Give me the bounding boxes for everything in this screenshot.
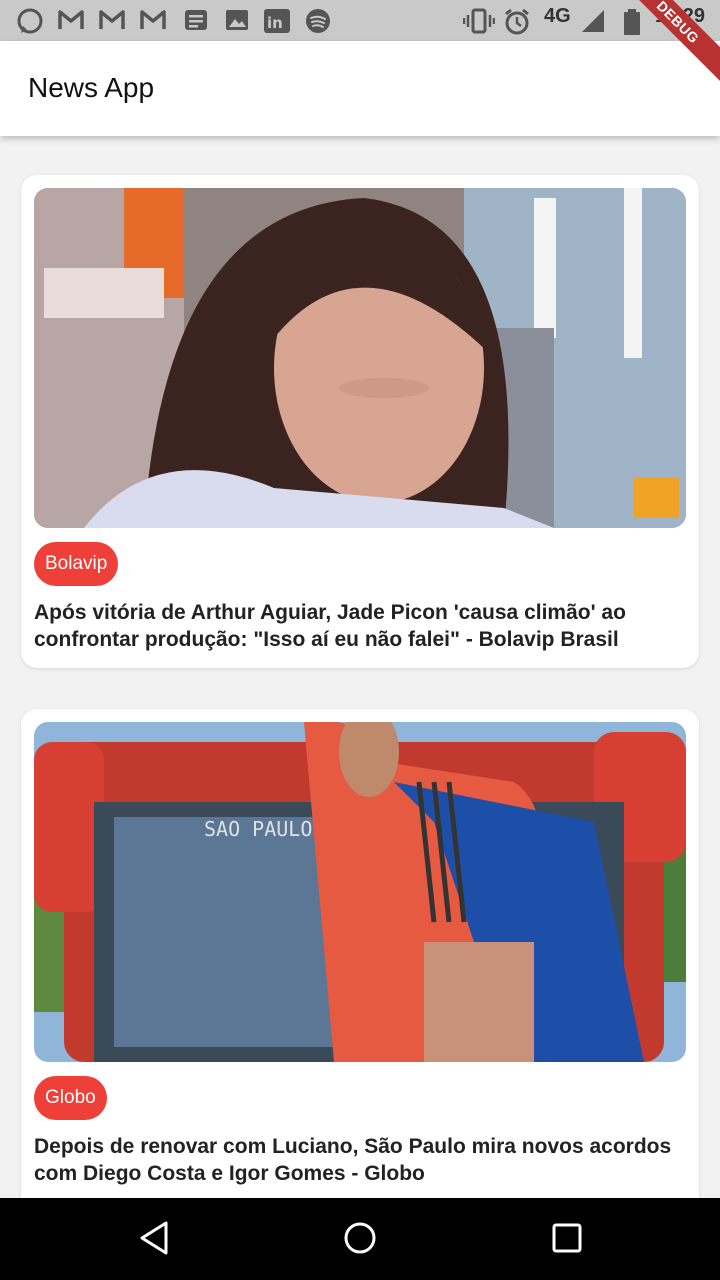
- app-bar: News App: [0, 41, 720, 136]
- app-title: News App: [28, 72, 155, 103]
- vibrate-icon: [462, 8, 496, 39]
- source-badge[interactable]: Bolavip: [34, 542, 119, 586]
- article-image: SAO PAULO: [34, 722, 686, 1062]
- bus-destination-sign: SAO PAULO: [204, 817, 312, 841]
- news-card[interactable]: SAO PAULO Globo Depois de renovar com Lu…: [21, 709, 699, 1229]
- alarm-icon: [503, 8, 531, 41]
- recents-icon[interactable]: [550, 1219, 584, 1262]
- news-card[interactable]: Bolavip Após vitória de Arthur Aguiar, J…: [21, 175, 699, 668]
- news-icon: [183, 8, 209, 37]
- linkedin-icon: in: [263, 8, 291, 39]
- signal-icon: [580, 8, 606, 39]
- gmail-icon: [139, 8, 167, 37]
- source-badge[interactable]: Globo: [34, 1076, 107, 1120]
- gmail-icon: [57, 8, 85, 37]
- article-title[interactable]: Depois de renovar com Luciano, São Paulo…: [34, 1133, 674, 1187]
- spotify-icon: [304, 8, 332, 41]
- status-bar: in 4G 11:29: [0, 0, 720, 41]
- back-icon[interactable]: [138, 1219, 170, 1262]
- network-type: 4G: [544, 5, 571, 27]
- gmail-icon: [98, 8, 126, 37]
- gallery-icon: [224, 8, 250, 37]
- navigation-bar: [0, 1198, 720, 1280]
- home-icon[interactable]: [342, 1219, 378, 1262]
- whatsapp-icon: [16, 8, 44, 41]
- article-image: [34, 188, 686, 528]
- svg-text:in: in: [267, 14, 283, 32]
- article-title[interactable]: Após vitória de Arthur Aguiar, Jade Pico…: [34, 599, 674, 653]
- battery-icon: [622, 8, 642, 41]
